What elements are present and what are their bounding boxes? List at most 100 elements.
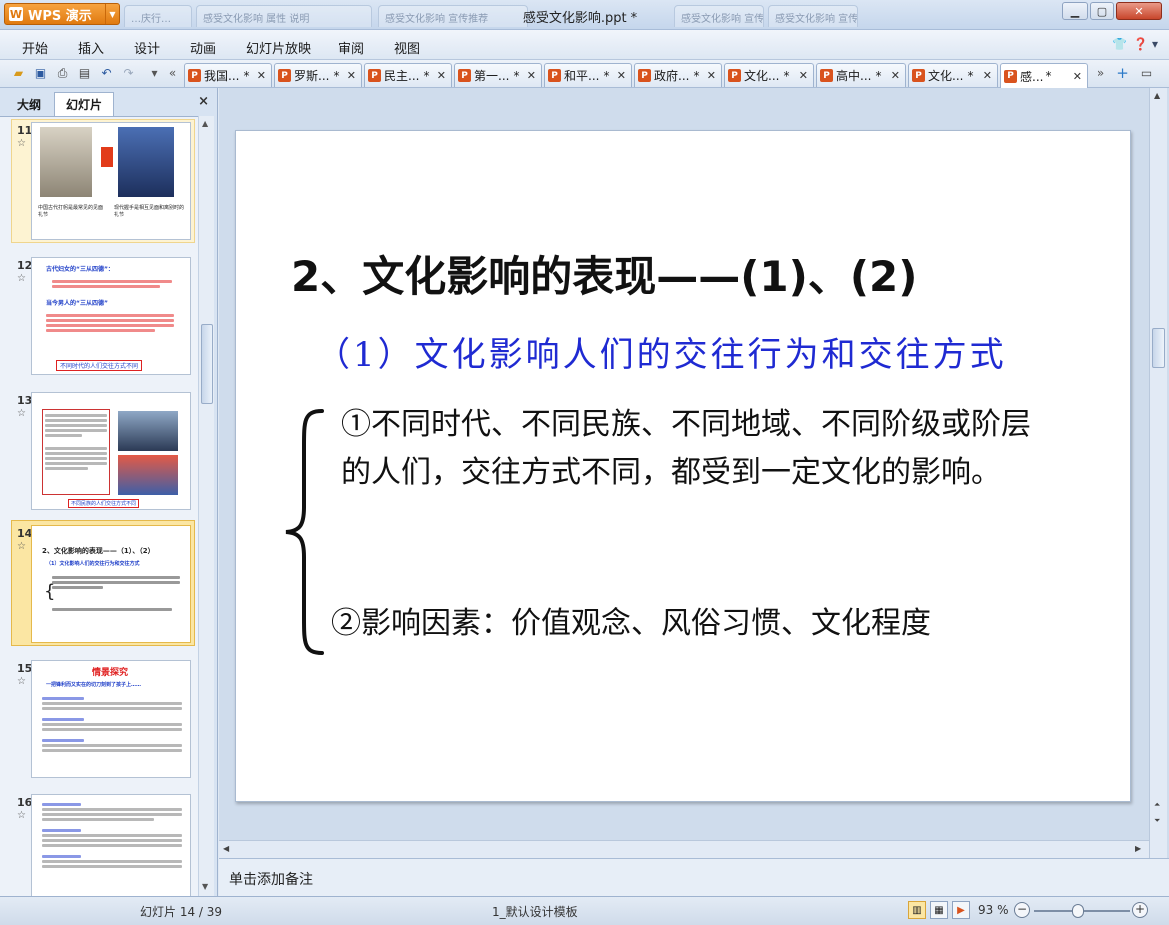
document-tab[interactable]: P 我国... * ✕ xyxy=(184,63,272,87)
close-tab-icon[interactable]: ✕ xyxy=(617,69,626,82)
chevron-down-icon[interactable]: ▾ xyxy=(1152,37,1158,51)
document-tab[interactable]: P 高中... * ✕ xyxy=(816,63,906,87)
notes-placeholder[interactable]: 单击添加备注 xyxy=(229,869,313,889)
scroll-thumb[interactable] xyxy=(201,324,213,404)
thumb-footer: 不同时代的人们交往方式不同 xyxy=(56,360,143,371)
maximize-button[interactable]: ▢ xyxy=(1090,2,1114,20)
slide-thumbnail[interactable]: 古代妇女的“三从四德”： 当今男人的“三从四德” 不同时代的人们交往方式不同 xyxy=(31,257,191,375)
slide-canvas[interactable]: 2、文化影响的表现——(1)、(2) （1）文化影响人们的交往行为和交往方式 ①… xyxy=(235,130,1131,802)
slideshow-icon[interactable]: ▶ xyxy=(952,901,970,919)
notes-pane[interactable]: 单击添加备注 xyxy=(219,858,1169,896)
document-tab[interactable]: P 第一... * ✕ xyxy=(454,63,542,87)
scroll-down-icon[interactable]: ▼ xyxy=(202,882,208,891)
photo-meeting xyxy=(118,411,178,451)
photo-handshake xyxy=(118,127,174,197)
slide-thumbnail[interactable]: 情景探究 一把锋利而又实在的切刀刻到了孩子上…… xyxy=(31,660,191,778)
scroll-up-icon[interactable]: ▲ xyxy=(202,119,208,128)
close-tab-icon[interactable]: ✕ xyxy=(437,69,446,82)
slide-counter: 幻灯片 14 / 39 xyxy=(140,905,223,919)
menu-bar: 开始 插入 设计 动画 幻灯片放映 审阅 视图 👕 ❓ ▾ xyxy=(0,30,1169,60)
slide-title[interactable]: 2、文化影响的表现——(1)、(2) xyxy=(291,243,917,304)
ppt-file-icon: P xyxy=(912,69,925,82)
menu-slideshow[interactable]: 幻灯片放映 xyxy=(246,38,311,57)
document-tab[interactable]: P 罗斯... * ✕ xyxy=(274,63,362,87)
close-tab-icon[interactable]: ✕ xyxy=(983,69,992,82)
editor-vertical-scrollbar[interactable]: ▲ ⏶ ⏷ xyxy=(1149,88,1167,858)
zoom-out-button[interactable]: − xyxy=(1014,902,1030,918)
ppt-file-icon: P xyxy=(820,69,833,82)
next-slide-icon[interactable]: ⏷ xyxy=(1154,816,1160,826)
menu-design[interactable]: 设计 xyxy=(134,38,160,57)
tab-outline[interactable]: 大纲 xyxy=(8,92,50,116)
undo-icon[interactable]: ↶ xyxy=(98,65,115,82)
star-icon: ☆ xyxy=(17,138,26,149)
menu-view[interactable]: 视图 xyxy=(394,38,420,57)
print-preview-icon[interactable]: ▤ xyxy=(76,65,93,82)
wps-app-menu-button[interactable]: W WPS 演示 ▼ xyxy=(4,3,120,25)
new-tab-icon[interactable]: + xyxy=(1114,65,1131,82)
tabs-scroll-left-icon[interactable]: « xyxy=(164,65,181,82)
thumb-title: 2、文化影响的表现——（1）、（2） xyxy=(42,547,155,555)
document-tab-active[interactable]: P 感... * ✕ xyxy=(1000,63,1088,88)
slide-point-2[interactable]: ②影响因素：价值观念、风俗习惯、文化程度 xyxy=(331,598,931,642)
close-button[interactable]: ✕ xyxy=(1116,2,1162,20)
customize-toolbar-icon[interactable]: ▾ xyxy=(146,65,163,82)
slide-point-1[interactable]: ①不同时代、不同民族、不同地域、不同阶级或阶层的人们，交往方式不同，都受到一定文… xyxy=(341,401,1046,497)
redo-icon[interactable]: ↷ xyxy=(120,65,137,82)
close-tab-icon[interactable]: ✕ xyxy=(799,69,808,82)
close-tab-icon[interactable]: ✕ xyxy=(707,69,716,82)
star-icon: ☆ xyxy=(17,408,26,419)
ppt-file-icon: P xyxy=(1004,69,1017,83)
tab-slides[interactable]: 幻灯片 xyxy=(54,92,114,116)
slide-subtitle[interactable]: （1）文化影响人们的交往行为和交往方式 xyxy=(316,327,1007,376)
open-folder-icon[interactable]: ▰ xyxy=(10,65,27,82)
background-window-tab[interactable]: 感受文化影响 宣传推荐 xyxy=(674,5,764,27)
status-bar: 幻灯片 14 / 39 1_默认设计模板 ▥ ▦ ▶ 93 % − + xyxy=(0,896,1169,925)
close-tab-icon[interactable]: ✕ xyxy=(527,69,536,82)
minimize-button[interactable]: ▁ xyxy=(1062,2,1088,20)
print-icon[interactable]: ⎙ xyxy=(54,65,71,82)
photo-ethnic-greeting xyxy=(118,455,178,495)
previous-slide-icon[interactable]: ⏶ xyxy=(1154,800,1160,810)
star-icon: ☆ xyxy=(17,541,26,552)
close-panel-icon[interactable]: × xyxy=(198,94,209,109)
slide-sorter-icon[interactable]: ▦ xyxy=(930,901,948,919)
zoom-slider-handle[interactable] xyxy=(1072,904,1084,918)
scroll-thumb[interactable] xyxy=(1152,328,1165,368)
menu-review[interactable]: 审阅 xyxy=(338,38,364,57)
document-tab[interactable]: P 民主... * ✕ xyxy=(364,63,452,87)
scroll-left-icon[interactable]: ◀ xyxy=(223,844,229,853)
zoom-level: 93 % xyxy=(978,903,1009,917)
document-tab[interactable]: P 文化... * ✕ xyxy=(908,63,998,87)
background-window-tab[interactable]: …庆行… xyxy=(124,5,192,27)
ppt-file-icon: P xyxy=(368,69,381,82)
document-tab[interactable]: P 政府... * ✕ xyxy=(634,63,722,87)
restore-window-icon[interactable]: ▭ xyxy=(1138,65,1155,82)
slide-thumbnail[interactable]: 中国古代打躬是最常见的见面礼节 现代握手是相互见面和离别时的礼节 xyxy=(31,122,191,240)
close-tab-icon[interactable]: ✕ xyxy=(257,69,266,82)
help-icon[interactable]: ❓ xyxy=(1133,37,1148,51)
document-tab[interactable]: P 和平... * ✕ xyxy=(544,63,632,87)
tabs-scroll-right-icon[interactable]: » xyxy=(1092,65,1109,82)
slide-thumbnail-selected[interactable]: 2、文化影响的表现——（1）、（2） （1）文化影响人们的交往行为和交往方式 { xyxy=(31,525,191,643)
menu-animation[interactable]: 动画 xyxy=(190,38,216,57)
chevron-down-icon[interactable]: ▼ xyxy=(105,4,119,24)
slide-thumbnail[interactable] xyxy=(31,794,191,896)
close-tab-icon[interactable]: ✕ xyxy=(347,69,356,82)
normal-view-icon[interactable]: ▥ xyxy=(908,901,926,919)
scroll-right-icon[interactable]: ▶ xyxy=(1135,844,1141,853)
menu-insert[interactable]: 插入 xyxy=(78,38,104,57)
background-window-tab[interactable]: 感受文化影响 属性 说明 xyxy=(196,5,372,27)
background-window-tab[interactable]: 感受文化影响 宣传推荐 xyxy=(768,5,858,27)
menu-home[interactable]: 开始 xyxy=(22,38,48,57)
close-tab-icon[interactable]: ✕ xyxy=(1073,70,1082,83)
close-tab-icon[interactable]: ✕ xyxy=(891,69,900,82)
slide-thumbnail[interactable]: 不同民族的人们交往方式不同 xyxy=(31,392,191,510)
document-tab[interactable]: P 文化... * ✕ xyxy=(724,63,814,87)
save-icon[interactable]: ▣ xyxy=(32,65,49,82)
scroll-up-icon[interactable]: ▲ xyxy=(1154,91,1160,100)
thumbnail-scrollbar[interactable]: ▲ ▼ xyxy=(198,116,214,896)
zoom-in-button[interactable]: + xyxy=(1132,902,1148,918)
editor-horizontal-scrollbar[interactable]: ◀ ▶ xyxy=(219,840,1149,858)
shirt-icon[interactable]: 👕 xyxy=(1112,37,1127,51)
